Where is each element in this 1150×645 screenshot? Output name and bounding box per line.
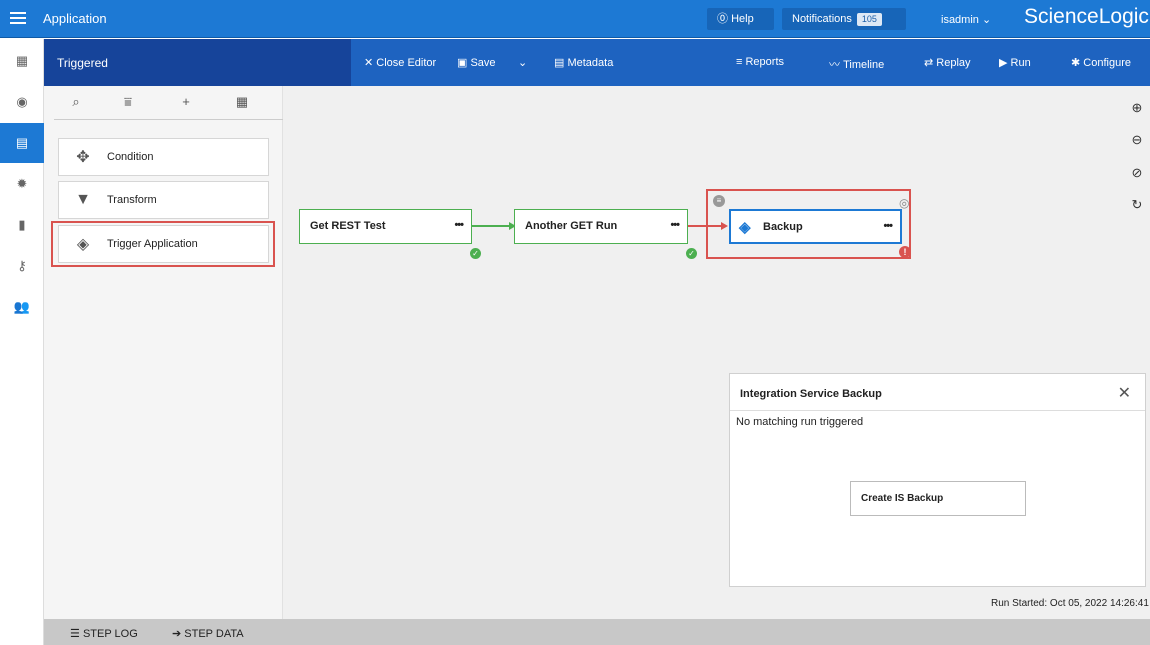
key-nav-icon[interactable]: ⚷ xyxy=(0,246,44,286)
more-options-icon[interactable]: ••• xyxy=(670,219,680,231)
workflow-step-get-rest-test[interactable]: Get REST Test ••• xyxy=(299,209,472,244)
app-status-title: Triggered xyxy=(44,39,351,86)
list-icon: ☰ xyxy=(70,628,80,640)
step-log-label: STEP LOG xyxy=(82,628,138,640)
help-button[interactable]: ⓪ Help xyxy=(707,8,774,30)
workflow-step-backup[interactable]: ◈ Backup ••• xyxy=(729,209,902,244)
bottom-bar: ☰ STEP LOG ➔ STEP DATA xyxy=(44,619,1150,645)
timeline-button[interactable]: 〰 Timeline xyxy=(829,56,884,72)
chevron-down-icon: ⌄ xyxy=(981,14,992,26)
panel-message: No matching run triggered xyxy=(736,416,864,428)
close-editor-label: Close Editor xyxy=(376,57,437,69)
save-options-button[interactable]: ⌄ xyxy=(518,56,527,69)
modules-nav-icon[interactable]: ◉ xyxy=(0,82,44,122)
close-editor-button[interactable]: ✕ Close Editor xyxy=(364,56,436,69)
gear-icon: ✱ xyxy=(1071,57,1081,69)
grid-sort-icon[interactable]: ▦ xyxy=(232,94,252,110)
list-icon: ≡ xyxy=(736,56,743,68)
document-icon: ▤ xyxy=(554,57,565,69)
notifications-button[interactable]: Notifications 105 xyxy=(782,8,906,30)
panel-title: Integration Service Backup xyxy=(730,374,1145,411)
reports-button[interactable]: ≡ Reports xyxy=(736,56,784,68)
palette-item-label: Condition xyxy=(107,151,154,163)
timeline-label: Timeline xyxy=(843,59,885,71)
save-icon: ▣ xyxy=(457,57,468,69)
step-detail-panel: Integration Service Backup ✕ No matching… xyxy=(729,373,1146,587)
app-title: Application xyxy=(43,11,107,26)
step-label: Get REST Test xyxy=(310,220,386,232)
zoom-out-icon[interactable]: ⊖ xyxy=(1129,132,1145,148)
save-button[interactable]: ▣ Save xyxy=(457,56,496,69)
more-options-icon[interactable]: ••• xyxy=(454,219,464,231)
left-nav-rail: ▦ ◉ ▤ ✹ ▮ ⚷ 👥 xyxy=(0,39,44,645)
dashboard-nav-icon[interactable]: ▦ xyxy=(0,41,44,81)
editor-toolbar: Triggered ✕ Close Editor ▣ Save ⌄ ▤ Meta… xyxy=(44,39,1150,86)
palette-item-transform[interactable]: ▼ Transform xyxy=(58,181,269,219)
user-menu[interactable]: isadmin ⌄ xyxy=(941,13,991,26)
help-label: Help xyxy=(731,13,754,25)
zoom-in-icon[interactable]: ⊕ xyxy=(1129,100,1145,116)
close-icon[interactable]: ✕ xyxy=(1118,383,1131,403)
hamburger-menu-icon[interactable] xyxy=(10,9,26,27)
settings-nav-icon[interactable]: ✹ xyxy=(0,164,44,204)
database-icon: ≡ xyxy=(713,195,725,207)
rotate-icon[interactable]: ⊘ xyxy=(1129,165,1145,181)
step-data-tab[interactable]: ➔ STEP DATA xyxy=(172,627,244,640)
sign-in-icon: ➔ xyxy=(172,628,182,640)
step-log-tab[interactable]: ☰ STEP LOG xyxy=(70,627,138,640)
notifications-badge: 105 xyxy=(856,13,882,26)
help-icon: ⓪ xyxy=(717,13,728,25)
step-data-label: STEP DATA xyxy=(184,628,244,640)
line-chart-icon: 〰 xyxy=(829,59,840,71)
configure-button[interactable]: ✱ Configure xyxy=(1071,56,1131,69)
reports-label: Reports xyxy=(745,56,785,68)
refresh-icon[interactable]: ↻ xyxy=(1129,197,1145,213)
step-label: Another GET Run xyxy=(525,220,618,232)
chevron-down-icon: ⌄ xyxy=(518,57,528,69)
add-icon[interactable]: + xyxy=(176,94,196,109)
layers-icon: ◈ xyxy=(739,219,751,236)
save-label: Save xyxy=(470,57,496,69)
top-bar: Application ⓪ Help Notifications 105 isad… xyxy=(0,0,1150,38)
success-check-icon: ✓ xyxy=(686,248,697,259)
eye-icon[interactable]: ◎ xyxy=(899,196,909,210)
search-icon[interactable]: ⌕ xyxy=(66,94,86,110)
replay-icon: ⇄ xyxy=(924,57,934,69)
run-started-text: Run Started: Oct 05, 2022 14:26:41 xyxy=(991,598,1149,609)
user-label: isadmin xyxy=(941,14,979,26)
file-nav-icon[interactable]: ▮ xyxy=(0,205,44,245)
applications-nav-icon[interactable]: ▤ xyxy=(0,123,44,163)
trigger-application-highlight xyxy=(51,221,275,267)
error-icon: ! xyxy=(899,246,911,258)
create-is-backup-button[interactable]: Create IS Backup xyxy=(850,481,1026,516)
success-check-icon: ✓ xyxy=(470,248,481,259)
metadata-label: Metadata xyxy=(567,57,614,69)
logo: ScienceLogic xyxy=(1024,5,1149,28)
funnel-icon: ▼ xyxy=(75,191,91,208)
move-arrows-icon: ✥ xyxy=(76,149,90,166)
notifications-label: Notifications xyxy=(792,13,852,25)
run-label: Run xyxy=(1010,57,1031,69)
step-label: Backup xyxy=(763,221,803,233)
play-icon: ▶ xyxy=(999,57,1008,69)
filter-icon[interactable]: ⩸ xyxy=(118,94,138,110)
palette-toolbar: ⌕ ⩸ + ▦ xyxy=(54,86,285,120)
run-button[interactable]: ▶ Run xyxy=(999,56,1031,69)
step-palette: ⌕ ⩸ + ▦ ✥ Condition ▼ Transform ◈ Trigge… xyxy=(44,86,285,619)
users-nav-icon[interactable]: 👥 xyxy=(0,287,44,327)
workflow-step-another-get-run[interactable]: Another GET Run ••• xyxy=(514,209,688,244)
palette-item-label: Transform xyxy=(107,194,157,206)
configure-label: Configure xyxy=(1083,57,1131,69)
more-options-icon[interactable]: ••• xyxy=(883,220,893,232)
close-icon: ✕ xyxy=(364,57,374,69)
palette-item-condition[interactable]: ✥ Condition xyxy=(58,138,269,176)
replay-button[interactable]: ⇄ Replay xyxy=(924,56,971,69)
replay-label: Replay xyxy=(936,57,971,69)
metadata-button[interactable]: ▤ Metadata xyxy=(554,56,613,69)
